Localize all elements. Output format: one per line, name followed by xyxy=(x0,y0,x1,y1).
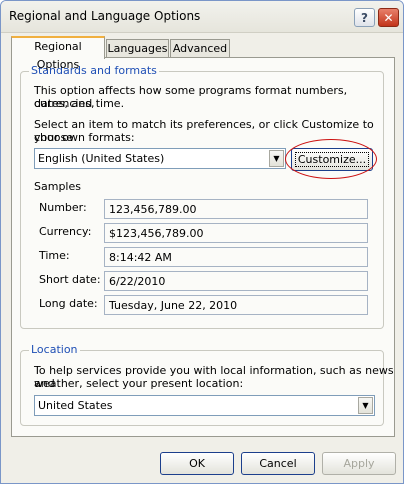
location-select[interactable]: United States ▼ xyxy=(34,395,375,416)
samples-heading: Samples xyxy=(34,180,81,193)
sample-label-number: Number: xyxy=(39,201,87,214)
sample-field-time: 8:14:42 AM xyxy=(104,247,368,267)
sample-label-short-date: Short date: xyxy=(39,273,101,286)
help-button[interactable]: ? xyxy=(354,8,375,27)
tab-panel: Standards and formats This option affect… xyxy=(11,57,395,437)
locale-select[interactable]: English (United States) ▼ xyxy=(34,148,286,169)
close-icon: ✕ xyxy=(383,11,394,25)
tab-languages[interactable]: Languages xyxy=(106,39,169,59)
customize-button-label: Customize... xyxy=(297,153,367,166)
locale-select-value: English (United States) xyxy=(38,152,165,165)
sample-value-long-date: Tuesday, June 22, 2010 xyxy=(109,299,238,312)
apply-button[interactable]: Apply xyxy=(322,452,396,475)
tab-label: Regional Options xyxy=(34,40,82,71)
location-group-title: Location xyxy=(29,343,80,356)
sample-value-time: 8:14:42 AM xyxy=(109,251,172,264)
customize-button[interactable]: Customize... xyxy=(291,148,373,171)
title-bar[interactable]: Regional and Language Options ? ✕ xyxy=(1,1,403,33)
standards-description-line2: dates, and time. xyxy=(34,97,125,110)
sample-label-long-date: Long date: xyxy=(39,297,98,310)
chevron-down-icon[interactable]: ▼ xyxy=(358,397,373,414)
dialog-window: Regional and Language Options ? ✕ Region… xyxy=(0,0,404,484)
help-icon: ? xyxy=(361,11,368,25)
sample-value-currency: $123,456,789.00 xyxy=(109,227,204,240)
tab-label: Languages xyxy=(107,42,168,55)
sample-field-number: 123,456,789.00 xyxy=(104,199,368,219)
cancel-button-label: Cancel xyxy=(259,457,297,470)
sample-field-long-date: Tuesday, June 22, 2010 xyxy=(104,295,368,315)
sample-value-number: 123,456,789.00 xyxy=(109,203,197,216)
tab-regional-options[interactable]: Regional Options xyxy=(11,36,105,71)
ok-button[interactable]: OK xyxy=(160,452,234,475)
sample-label-currency: Currency: xyxy=(39,225,92,238)
sample-label-time: Time: xyxy=(39,249,70,262)
tab-label: Advanced xyxy=(172,42,228,55)
sample-field-currency: $123,456,789.00 xyxy=(104,223,368,243)
ok-button-label: OK xyxy=(189,457,205,470)
sample-value-short-date: 6/22/2010 xyxy=(109,275,166,288)
window-title: Regional and Language Options xyxy=(9,9,201,23)
location-select-value: United States xyxy=(38,399,113,412)
tab-advanced[interactable]: Advanced xyxy=(170,39,230,59)
select-prompt-line2: your own formats: xyxy=(34,131,135,144)
chevron-down-icon[interactable]: ▼ xyxy=(269,150,284,167)
location-description-line2: weather, select your present location: xyxy=(34,377,244,390)
close-button[interactable]: ✕ xyxy=(378,8,399,27)
cancel-button[interactable]: Cancel xyxy=(241,452,315,475)
apply-button-label: Apply xyxy=(343,457,375,470)
sample-field-short-date: 6/22/2010 xyxy=(104,271,368,291)
